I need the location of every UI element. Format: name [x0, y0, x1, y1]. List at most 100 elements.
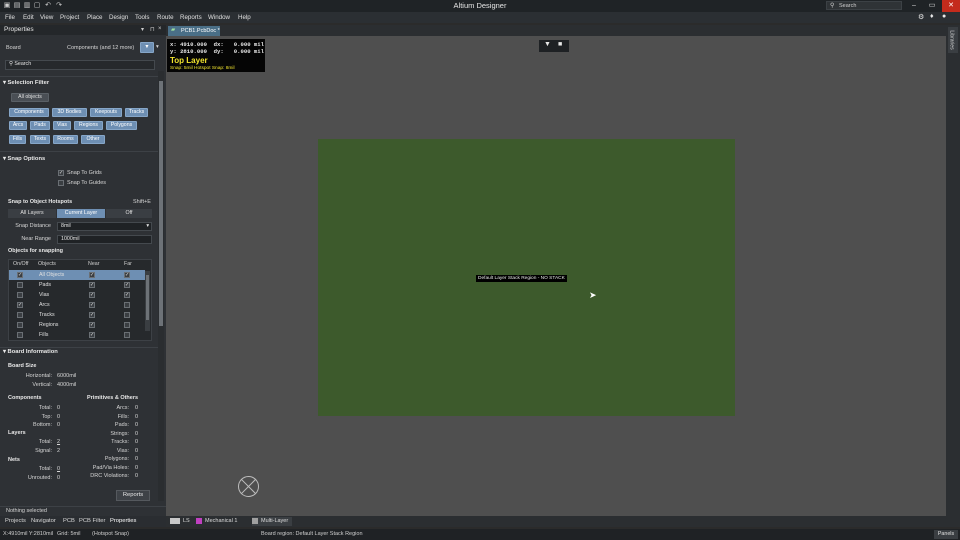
filter-chip-fills[interactable]: Fills — [9, 135, 26, 144]
far-checkbox[interactable] — [124, 322, 130, 328]
filter-chip-texts[interactable]: Texts — [30, 135, 50, 144]
panel-menu-icon[interactable]: ▾ — [141, 26, 144, 33]
on-off-checkbox[interactable]: ✓ — [17, 302, 23, 308]
tab-pcb-filter[interactable]: PCB Filter — [79, 518, 105, 524]
primitive-label: Pads: — [114, 422, 129, 428]
filter-chip-vias[interactable]: Vias — [53, 121, 71, 130]
menu-tools[interactable]: Tools — [135, 14, 149, 21]
far-checkbox[interactable] — [124, 312, 130, 318]
nets-total-value[interactable]: 0 — [57, 466, 60, 472]
tab-navigator[interactable]: Navigator — [31, 518, 56, 524]
table-row[interactable]: Regions ✓ — [9, 320, 145, 330]
table-row[interactable]: Tracks ✓ — [9, 310, 145, 320]
snap-distance-select[interactable]: 8mil ▾ — [57, 222, 152, 231]
layer-tab-multi-layer[interactable]: Multi-Layer — [252, 517, 292, 526]
board-label: Board — [6, 45, 21, 51]
filter-chip-components[interactable]: Components — [9, 108, 49, 117]
libraries-tab-label: Libraries — [948, 30, 955, 50]
close-button[interactable]: ✕ — [942, 0, 960, 12]
properties-search-input[interactable]: ⚲ Search — [5, 60, 155, 70]
filter-chip-tracks[interactable]: Tracks — [125, 108, 148, 117]
near-checkbox[interactable]: ✓ — [89, 272, 95, 278]
tab-properties[interactable]: Properties — [110, 518, 136, 524]
layer-tab-ls[interactable]: LS — [168, 517, 194, 526]
snap-to-grids-checkbox[interactable]: ✓ — [58, 170, 64, 176]
on-off-checkbox[interactable] — [17, 312, 23, 318]
menu-help[interactable]: Help — [238, 14, 251, 21]
near-checkbox[interactable]: ✓ — [89, 312, 95, 318]
menu-design[interactable]: Design — [109, 14, 128, 21]
far-checkbox[interactable] — [124, 302, 130, 308]
layer-tab-label: Multi-Layer — [261, 518, 289, 524]
settings-gear-icon[interactable]: ⚙ — [918, 13, 924, 21]
far-checkbox[interactable]: ✓ — [124, 292, 130, 298]
on-off-checkbox[interactable] — [17, 322, 23, 328]
snap-mode-current-layer[interactable]: Current Layer — [57, 209, 105, 218]
notifications-icon[interactable]: ♦ — [930, 13, 934, 20]
user-icon[interactable]: ● — [942, 13, 946, 20]
table-row[interactable]: ✓ Arcs ✓ — [9, 300, 145, 310]
menu-reports[interactable]: Reports — [180, 14, 202, 21]
libraries-tab[interactable]: Libraries — [948, 27, 958, 53]
panels-button[interactable]: Panels — [934, 530, 958, 539]
layer-tab-bar: LS Mechanical 1 Multi-Layer — [166, 516, 960, 527]
snap-mode-all-layers[interactable]: All Layers — [8, 209, 56, 218]
far-checkbox[interactable] — [124, 332, 130, 338]
filter-icon[interactable]: ▼ — [544, 41, 551, 48]
status-grid: Grid: 5mil — [57, 531, 81, 537]
menu-edit[interactable]: Edit — [23, 14, 34, 21]
tab-pcb[interactable]: PCB — [63, 518, 75, 524]
properties-scrollbar[interactable] — [158, 71, 164, 501]
filter-chip-arcs[interactable]: Arcs — [9, 121, 27, 130]
reports-button[interactable]: Reports — [116, 490, 150, 501]
restore-button[interactable]: ▭ — [923, 0, 941, 12]
layers-total-value[interactable]: 2 — [57, 439, 60, 445]
on-off-checkbox[interactable] — [17, 332, 23, 338]
near-checkbox[interactable]: ✓ — [89, 282, 95, 288]
minimize-button[interactable]: – — [905, 0, 923, 12]
filter-chip-other[interactable]: Other — [81, 135, 105, 144]
menu-window[interactable]: Window — [208, 14, 230, 21]
filter-chip-keepouts[interactable]: Keepouts — [90, 108, 122, 117]
filter-dropdown-icon[interactable]: ▾ — [156, 44, 159, 50]
filter-icon[interactable]: ▼ — [140, 42, 154, 53]
snap-to-guides-checkbox[interactable] — [58, 180, 64, 186]
select-rect-icon[interactable]: ■ — [558, 41, 562, 48]
menu-route[interactable]: Route — [157, 14, 174, 21]
near-checkbox[interactable]: ✓ — [89, 332, 95, 338]
on-off-checkbox[interactable]: ✓ — [17, 272, 23, 278]
filter-chip-3d-bodies[interactable]: 3D Bodies — [52, 108, 87, 117]
menu-file[interactable]: File — [5, 14, 15, 21]
global-search-box[interactable]: ⚲ Search — [826, 1, 902, 10]
table-row[interactable]: Pads ✓ ✓ — [9, 280, 145, 290]
filter-chip-regions[interactable]: Regions — [74, 121, 103, 130]
document-tab[interactable]: ▰ PCB1.PcbDoc * — [168, 26, 220, 36]
menu-place[interactable]: Place — [87, 14, 102, 21]
near-checkbox[interactable]: ✓ — [89, 292, 95, 298]
scroll-thumb[interactable] — [159, 81, 163, 326]
all-objects-button[interactable]: All objects — [11, 93, 49, 102]
menu-project[interactable]: Project — [60, 14, 79, 21]
table-row[interactable]: Vias ✓ ✓ — [9, 290, 145, 300]
scroll-thumb[interactable] — [146, 275, 149, 320]
menu-view[interactable]: View — [40, 14, 53, 21]
far-checkbox[interactable]: ✓ — [124, 282, 130, 288]
on-off-checkbox[interactable] — [17, 282, 23, 288]
on-off-checkbox[interactable] — [17, 292, 23, 298]
close-panel-icon[interactable]: × — [158, 26, 162, 32]
near-checkbox[interactable]: ✓ — [89, 322, 95, 328]
layer-tab-mechanical-1[interactable]: Mechanical 1 — [196, 517, 250, 526]
near-range-input[interactable]: 1000mil — [57, 235, 152, 244]
far-checkbox[interactable]: ✓ — [124, 272, 130, 278]
tab-projects[interactable]: Projects — [5, 518, 26, 524]
snap-mode-off[interactable]: Off — [106, 209, 152, 218]
table-row[interactable]: Fills ✓ — [9, 330, 145, 340]
filter-chip-polygons[interactable]: Polygons — [106, 121, 137, 130]
filter-chip-rooms[interactable]: Rooms — [53, 135, 78, 144]
near-checkbox[interactable]: ✓ — [89, 302, 95, 308]
pin-icon[interactable]: ⊓ — [150, 26, 155, 33]
filter-chip-pads[interactable]: Pads — [30, 121, 50, 130]
table-row[interactable]: ✓ All Objects ✓ ✓ — [9, 270, 145, 280]
table-scrollbar[interactable] — [145, 271, 150, 331]
search-placeholder: Search — [14, 61, 32, 67]
